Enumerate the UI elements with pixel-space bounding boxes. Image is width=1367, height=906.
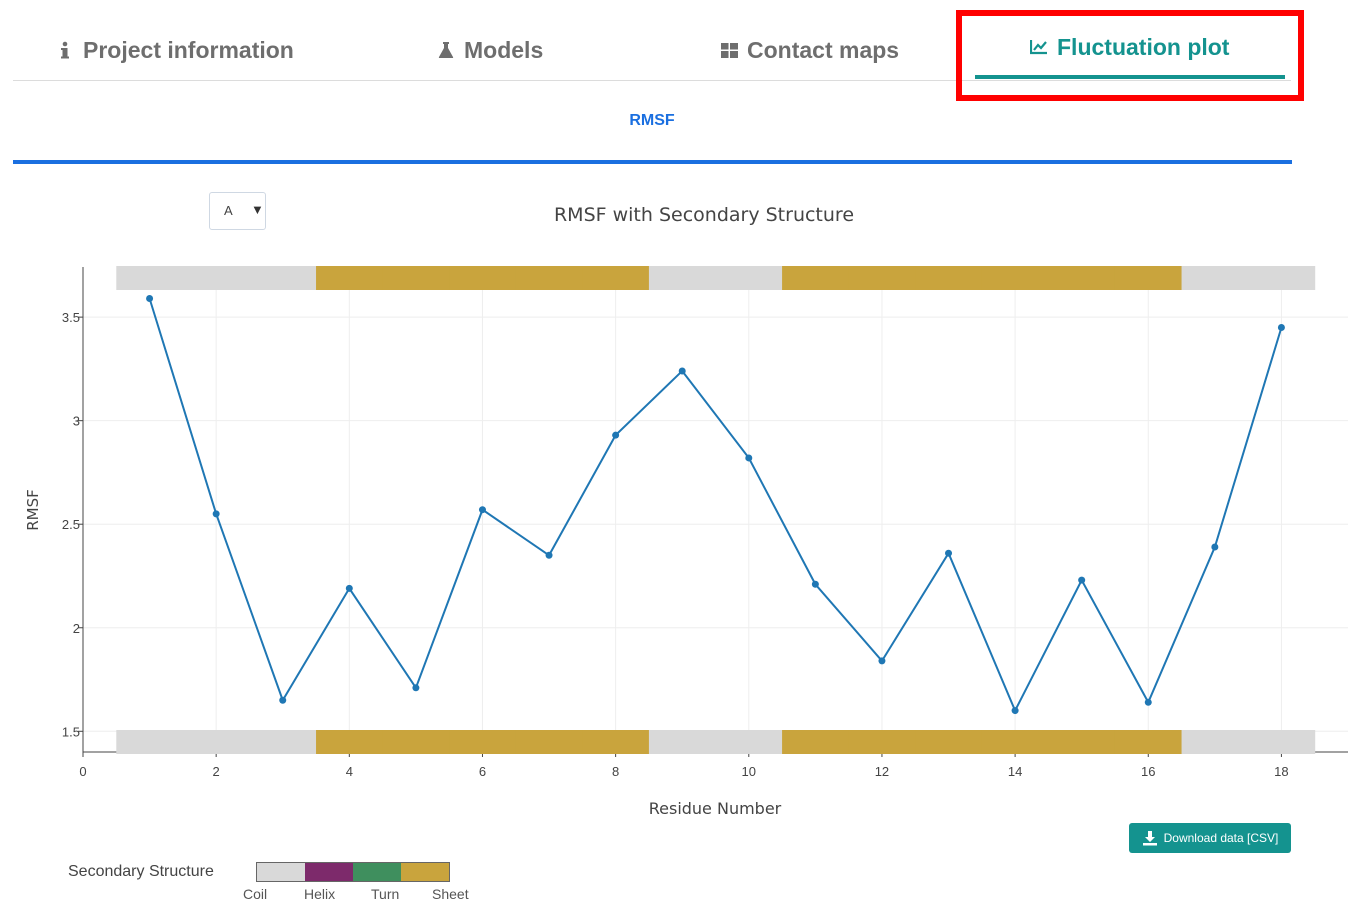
ss-strip-top-segment bbox=[782, 266, 850, 290]
rmsf-data-point bbox=[478, 506, 486, 514]
chart-title: RMSF with Secondary Structure bbox=[554, 204, 854, 226]
ss-strip-top-segment bbox=[848, 266, 916, 290]
y-tick-label: 1.5 bbox=[62, 724, 80, 739]
ss-strip-top-segment bbox=[1048, 266, 1116, 290]
ss-strip-top-segment bbox=[582, 266, 650, 290]
ss-strip-top-segment bbox=[316, 266, 384, 290]
rmsf-data-point bbox=[678, 367, 686, 375]
ss-strip-top-segment bbox=[715, 266, 783, 290]
ss-strip-bottom-segment bbox=[515, 730, 583, 754]
ss-strip-top-segment bbox=[915, 266, 983, 290]
ss-strip-bottom-segment bbox=[1248, 730, 1316, 754]
y-tick-label: 3 bbox=[73, 414, 80, 429]
x-axis-label: Residue Number bbox=[649, 799, 782, 818]
rmsf-data-point bbox=[1078, 576, 1086, 584]
rmsf-data-point bbox=[1011, 707, 1019, 715]
rmsf-data-point bbox=[146, 294, 154, 302]
download-label: Download data [CSV] bbox=[1163, 831, 1279, 845]
legend-title: Secondary Structure bbox=[68, 863, 214, 880]
ss-strip-bottom-segment bbox=[1114, 730, 1183, 754]
ss-strip-bottom-segment bbox=[316, 730, 384, 754]
ss-strip-bottom-segment bbox=[1181, 730, 1249, 754]
rmsf-data-point bbox=[212, 510, 220, 518]
ss-strip-bottom-segment bbox=[648, 730, 716, 754]
ss-strip-bottom-segment bbox=[182, 730, 250, 754]
ss-strip-top-segment bbox=[1248, 266, 1316, 290]
ss-strip-bottom-segment bbox=[848, 730, 916, 754]
x-tick-label: 16 bbox=[1141, 764, 1155, 779]
rmsf-data-point bbox=[811, 580, 819, 588]
ss-strip-top-segment bbox=[449, 266, 517, 290]
legend-swatch-helix bbox=[305, 863, 353, 881]
x-tick-label: 4 bbox=[346, 764, 353, 779]
ss-strip-bottom-segment bbox=[1048, 730, 1116, 754]
ss-strip-bottom-segment bbox=[981, 730, 1049, 754]
ss-strip-bottom-segment bbox=[782, 730, 850, 754]
ss-strip-bottom-segment bbox=[915, 730, 983, 754]
ss-strip-top-segment bbox=[382, 266, 450, 290]
x-tick-label: 18 bbox=[1274, 764, 1288, 779]
x-tick-label: 0 bbox=[79, 764, 86, 779]
download-icon bbox=[1142, 831, 1157, 846]
rmsf-data-point bbox=[1211, 543, 1219, 551]
ss-strip-top-segment bbox=[116, 266, 184, 290]
ss-strip-top-segment bbox=[1114, 266, 1183, 290]
legend-label-turn: Turn bbox=[371, 886, 400, 902]
ss-strip-top-segment bbox=[1181, 266, 1249, 290]
rmsf-data-point bbox=[612, 431, 620, 439]
x-tick-label: 14 bbox=[1008, 764, 1022, 779]
x-tick-label: 6 bbox=[479, 764, 486, 779]
rmsf-data-point bbox=[1144, 698, 1152, 706]
ss-strip-top-segment bbox=[182, 266, 250, 290]
ss-strip-top-segment bbox=[648, 266, 716, 290]
legend-label-coil: Coil bbox=[243, 886, 268, 902]
ss-strip-bottom-segment bbox=[382, 730, 450, 754]
ss-strip-top-segment bbox=[515, 266, 583, 290]
rmsf-data-point bbox=[878, 657, 886, 665]
x-tick-label: 2 bbox=[213, 764, 220, 779]
legend-swatch-coil bbox=[257, 863, 305, 881]
rmsf-series-line bbox=[148, 298, 1283, 713]
legend-swatch-turn bbox=[353, 863, 401, 881]
rmsf-data-point bbox=[545, 551, 553, 559]
rmsf-data-point bbox=[345, 584, 353, 592]
ss-strip-bottom-segment bbox=[582, 730, 650, 754]
x-tick-label: 12 bbox=[875, 764, 889, 779]
legend-colorbar bbox=[256, 862, 450, 882]
legend-swatch-sheet bbox=[401, 863, 449, 881]
ss-strip-bottom-segment bbox=[249, 730, 317, 754]
rmsf-data-point bbox=[945, 549, 953, 557]
y-tick-label: 3.5 bbox=[62, 310, 80, 325]
rmsf-data-point bbox=[279, 696, 287, 704]
download-csv-button[interactable]: Download data [CSV] bbox=[1129, 823, 1291, 853]
rmsf-data-point bbox=[1277, 323, 1285, 331]
rmsf-chart: 0 2 4 6 8 10 12 14 16 18 1.5 2 2.5 3 3.5 RMSF with Seco… bbox=[24, 204, 1348, 818]
ss-strip-top-segment bbox=[981, 266, 1049, 290]
y-tick-label: 2.5 bbox=[62, 517, 80, 532]
ss-strip-top-segment bbox=[249, 266, 317, 290]
x-tick-label: 8 bbox=[612, 764, 619, 779]
legend-label-helix: Helix bbox=[304, 886, 336, 902]
ss-strip-bottom-segment bbox=[116, 730, 184, 754]
ss-strip-bottom-segment bbox=[715, 730, 783, 754]
rmsf-data-point bbox=[745, 454, 753, 462]
x-tick-label: 10 bbox=[742, 764, 756, 779]
ss-strip-bottom-segment bbox=[449, 730, 517, 754]
y-tick-label: 2 bbox=[73, 621, 80, 636]
y-axis-label: RMSF bbox=[24, 489, 42, 531]
rmsf-data-point bbox=[412, 684, 420, 692]
legend-label-sheet: Sheet bbox=[432, 886, 469, 902]
